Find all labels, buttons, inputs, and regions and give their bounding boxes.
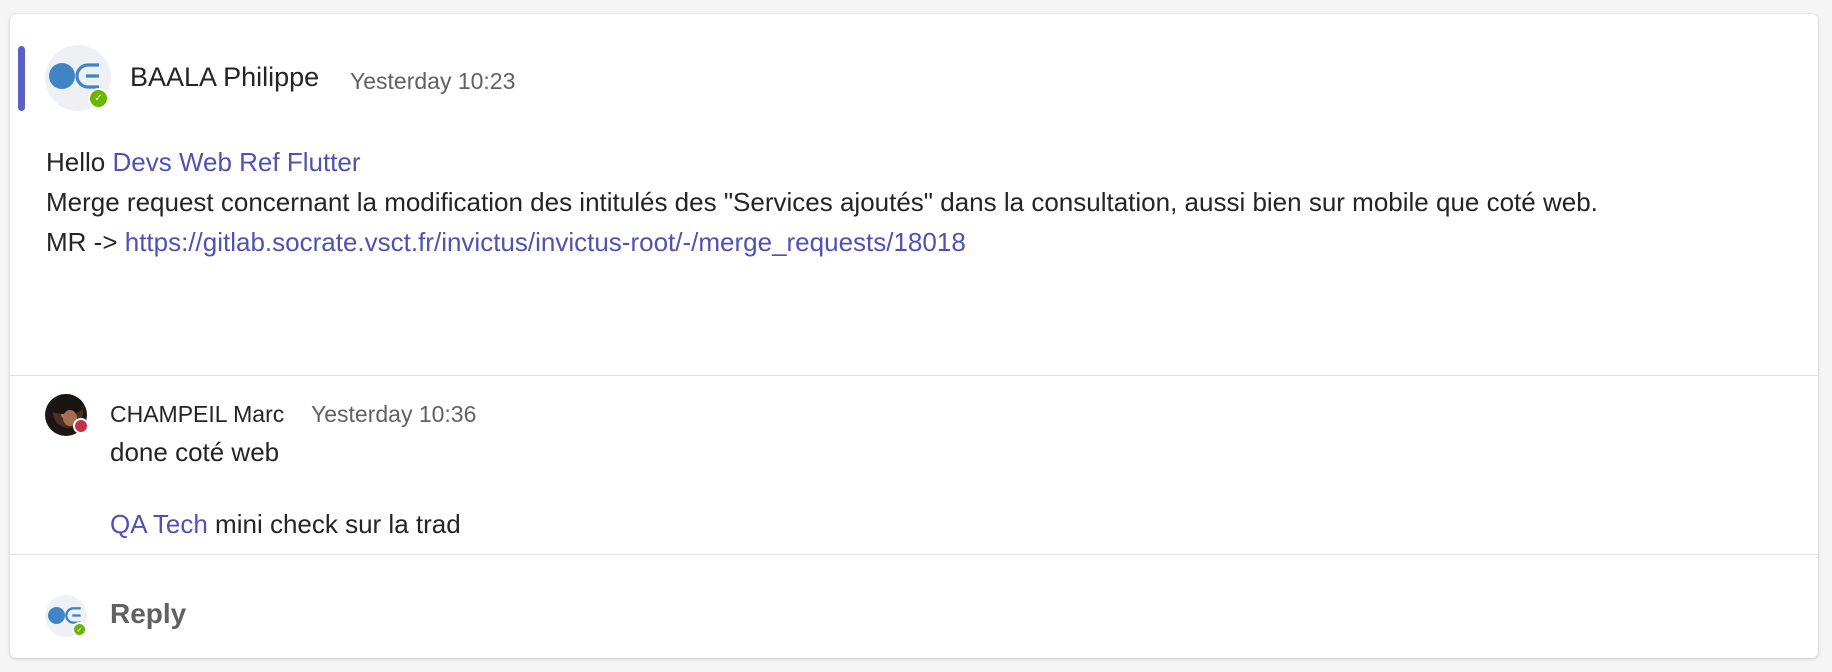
post-line-2: Merge request concernant la modification… [46, 187, 1598, 217]
channel-post[interactable]: ✓ BAALA Philippe Yesterday 10:23 Hello D… [10, 14, 1818, 376]
post-timestamp: Yesterday 10:23 [350, 68, 516, 94]
reply-timestamp: Yesterday 10:36 [311, 401, 477, 427]
unread-accent-bar [18, 46, 25, 111]
post-line-3: MR -> https://gitlab.socrate.vsct.fr/inv… [46, 222, 1766, 262]
reply-line-2-text: mini check sur la trad [215, 509, 461, 539]
reply-author[interactable]: CHAMPEIL Marc [110, 401, 284, 428]
logo-circle-icon [49, 63, 75, 89]
current-user-avatar: ✓ [45, 595, 87, 637]
logo-e-icon [75, 63, 99, 89]
logo-circle-icon [48, 607, 65, 624]
post-author[interactable]: BAALA Philippe [130, 62, 319, 93]
divider [10, 554, 1818, 555]
presence-available-icon: ✓ [72, 622, 87, 637]
reply-line-1: done coté web [110, 437, 280, 467]
greeting-text: Hello [46, 147, 106, 177]
reply-button[interactable]: Reply [110, 598, 186, 630]
mention-devs-web-ref-flutter[interactable]: Devs Web Ref Flutter [112, 147, 360, 177]
merge-request-link[interactable]: https://gitlab.socrate.vsct.fr/invictus/… [125, 227, 966, 257]
mr-prefix: MR -> [46, 227, 118, 257]
mention-qa-tech[interactable]: QA Tech [110, 509, 208, 539]
reply-text: done coté web QA Tech mini check sur la … [110, 434, 461, 542]
presence-busy-icon [73, 418, 89, 434]
post-line-1: Hello Devs Web Ref Flutter [46, 142, 1766, 182]
conversation-card: ✓ BAALA Philippe Yesterday 10:23 Hello D… [10, 14, 1818, 658]
reply-line-2: QA Tech mini check sur la trad [110, 506, 461, 542]
avatar[interactable]: ✓ [45, 45, 111, 111]
presence-available-icon: ✓ [88, 88, 109, 109]
divider [10, 375, 1818, 376]
post-message: Hello Devs Web Ref Flutter Merge request… [46, 142, 1766, 262]
